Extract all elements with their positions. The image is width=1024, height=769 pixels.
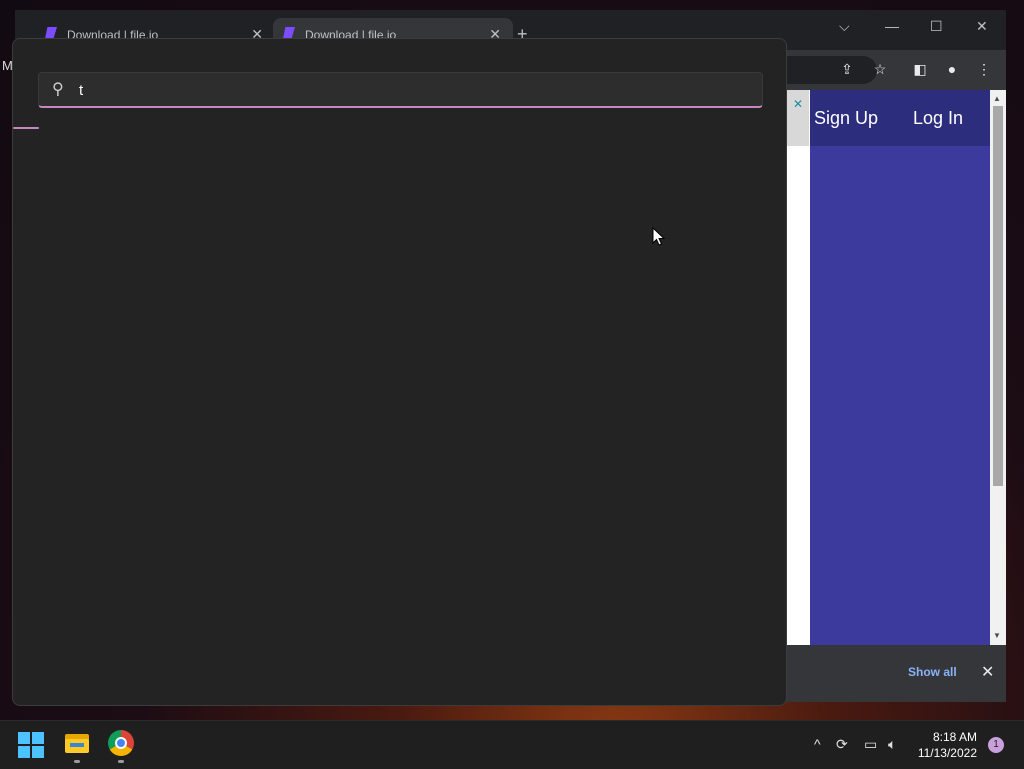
start-button[interactable] xyxy=(18,732,44,758)
scroll-up-arrow-icon[interactable]: ▲ xyxy=(993,94,1001,103)
show-all-downloads-button[interactable]: Show all xyxy=(908,665,957,679)
maximize-button[interactable]: ☐ xyxy=(930,18,943,35)
vertical-scrollbar[interactable]: ▲ ▼ xyxy=(990,90,1006,645)
show-hidden-icons-chevron-icon[interactable]: ^ xyxy=(814,736,821,752)
ad-close-icon[interactable]: ✕ xyxy=(793,97,803,111)
volume-icon[interactable]: 🔈︎ xyxy=(888,736,896,753)
share-icon[interactable]: ⇪ xyxy=(838,60,856,78)
search-input[interactable] xyxy=(77,77,751,103)
sign-up-link[interactable]: Sign Up xyxy=(814,108,878,129)
scroll-down-arrow-icon[interactable]: ▼ xyxy=(993,631,1001,640)
clock-date: 11/13/2022 xyxy=(917,746,977,760)
side-panel-icon[interactable]: ◧ xyxy=(911,60,929,78)
ad-banner: ✕ xyxy=(787,90,809,146)
address-bar[interactable] xyxy=(785,56,877,84)
mouse-pointer-icon xyxy=(652,227,666,246)
search-box[interactable]: ⚲ xyxy=(38,72,763,108)
file-explorer-button[interactable] xyxy=(63,729,93,763)
profile-icon[interactable]: ● xyxy=(943,60,961,78)
windows-logo-icon xyxy=(18,732,30,744)
menu-kebab-icon[interactable]: ⋮ xyxy=(975,60,993,78)
scroll-thumb[interactable] xyxy=(993,106,1003,486)
search-icon: ⚲ xyxy=(52,81,64,98)
search-flyout: ⚲ xyxy=(12,38,787,706)
taskbar: ^ ⟳ ▭ 🔈︎ 8:18 AM 11/13/2022 1 xyxy=(0,720,1024,769)
close-window-button[interactable]: ✕ xyxy=(976,18,988,35)
loading-indicator xyxy=(13,127,39,129)
tab-search-dropdown-icon[interactable]: ⌵ xyxy=(839,18,850,35)
network-icon[interactable]: ▭ xyxy=(864,736,877,753)
chrome-taskbar-button[interactable] xyxy=(107,729,137,763)
sync-icon[interactable]: ⟳ xyxy=(836,736,848,753)
clock[interactable]: 8:18 AM 11/13/2022 xyxy=(915,729,977,761)
page-viewport: ✕ Sign Up Log In ▲ ▼ xyxy=(787,90,1006,645)
log-in-link[interactable]: Log In xyxy=(913,108,963,129)
running-indicator xyxy=(118,760,124,763)
site-body xyxy=(810,146,990,645)
bookmark-star-icon[interactable]: ☆ xyxy=(871,60,889,78)
notification-badge[interactable]: 1 xyxy=(988,737,1004,753)
running-indicator xyxy=(74,760,80,763)
site-header: Sign Up Log In xyxy=(810,90,990,146)
downloads-close-icon[interactable]: ✕ xyxy=(981,662,994,682)
minimize-button[interactable]: — xyxy=(885,18,899,34)
clock-time: 8:18 AM xyxy=(932,730,977,744)
